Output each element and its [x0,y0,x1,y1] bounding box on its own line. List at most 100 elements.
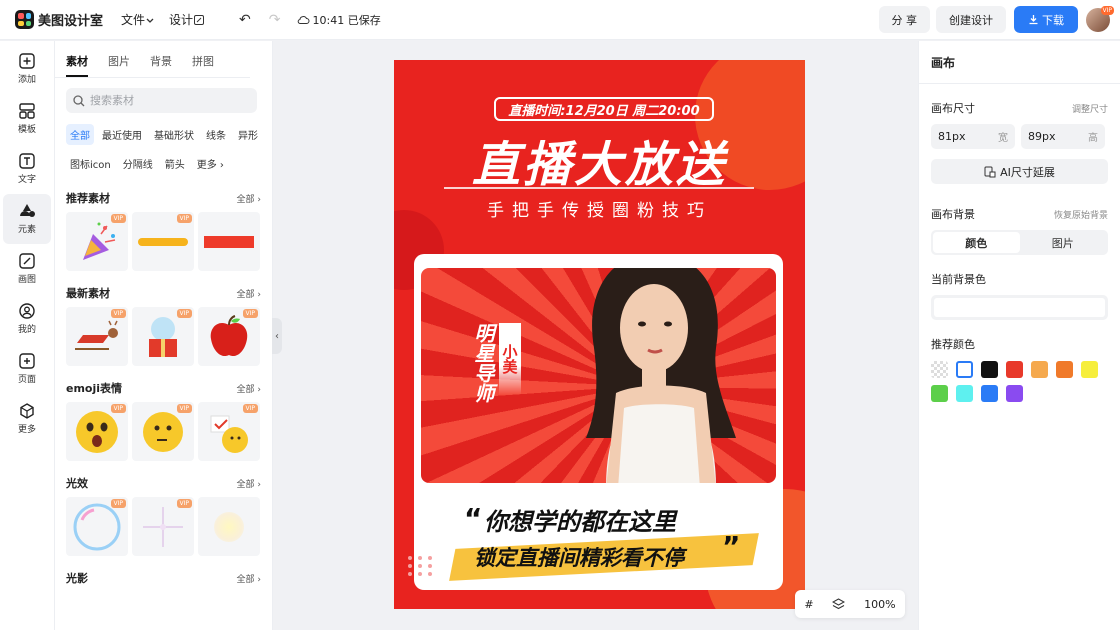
vip-badge: VIP [176,499,192,508]
tag-host-name[interactable]: 小美 [499,323,521,395]
rail-draw[interactable]: 画图 [0,244,54,294]
host-photo[interactable]: 明星导师 小美 [421,268,776,483]
rail-more[interactable]: 更多 [0,394,54,444]
thinking-emoji[interactable]: VIP [132,402,194,461]
see-all-link[interactable]: 全部 › [237,192,261,205]
section-title: emoji表情 [66,382,123,395]
see-all-link[interactable]: 全部 › [237,382,261,395]
glow-effect[interactable] [198,497,260,556]
adjust-size-link[interactable]: 调整尺寸 [1072,102,1108,115]
download-icon [1029,15,1038,25]
layers-icon[interactable] [832,597,846,611]
color-swatch[interactable] [1081,361,1098,378]
tab-images[interactable]: 图片 [108,53,130,77]
apple-sticker[interactable]: VIP [198,307,260,366]
grid-icon[interactable]: # [804,598,813,611]
chip-recent[interactable]: 最近使用 [98,124,146,145]
color-swatch[interactable] [1006,361,1023,378]
chip-dividers[interactable]: 分隔线 [119,153,157,174]
color-swatch[interactable] [931,361,948,378]
chip-lines[interactable]: 线条 [202,124,230,145]
chip-arrows[interactable]: 箭头 [161,153,189,174]
color-swatch[interactable] [1006,385,1023,402]
panel-title: 画布 [931,56,956,70]
snow-globe-gift-sticker[interactable]: VIP [132,307,194,366]
yellow-brush-stroke[interactable]: VIP [132,212,194,271]
see-all-link[interactable]: 全部 › [237,287,261,300]
current-bg-color[interactable] [931,295,1108,320]
bg-color-option[interactable]: 颜色 [933,232,1020,253]
rail-mine[interactable]: 我的 [0,294,54,344]
width-field[interactable]: 81px 宽 [931,124,1015,149]
chip-basic-shapes[interactable]: 基础形状 [150,124,198,145]
rail-text[interactable]: 文字 [0,144,54,194]
color-swatch[interactable] [956,361,973,378]
color-swatch[interactable] [981,361,998,378]
content-card[interactable]: 明星导师 小美 “ 你想学的都在这里 锁定直播间精彩看不停 ” [414,254,783,590]
color-swatch[interactable] [981,385,998,402]
chick-emoji[interactable]: VIP [198,402,260,461]
search-input[interactable] [90,94,250,107]
cloud-icon [297,16,309,24]
rail-page[interactable]: 页面 [0,344,54,394]
tab-collage[interactable]: 拼图 [192,53,214,77]
section-title: 最新素材 [66,287,110,300]
poster-title[interactable]: 直播大放送 [394,125,805,195]
rail-template[interactable]: 模板 [0,94,54,144]
rail-elements[interactable]: 元素 [3,194,51,244]
rail-add-label: 添加 [17,75,36,85]
chip-icons[interactable]: 图标icon [66,153,115,174]
create-design-button[interactable]: 创建设计 [936,6,1006,33]
zoom-level[interactable]: 100% [864,598,895,611]
see-all-link[interactable]: 全部 › [237,572,261,585]
page-icon [19,353,35,369]
color-swatch[interactable] [931,385,948,402]
file-menu[interactable]: 文件 [121,11,155,28]
height-field[interactable]: 89px 高 [1021,124,1105,149]
color-swatches [919,361,1120,402]
quote-close-mark: ” [722,530,741,563]
tab-material[interactable]: 素材 [66,53,88,77]
quote-line-1[interactable]: 你想学的都在这里 [484,502,676,537]
download-label: 下载 [1042,13,1064,27]
rail-add[interactable]: 添加 [0,44,54,94]
see-all-label: 全部 [236,384,255,395]
canvas-poster[interactable]: 直播时间:12月20日 周二20:00 直播大放送 手把手传授圈粉技巧 明星导师… [394,60,805,609]
party-popper-sticker[interactable]: VIP [66,212,128,271]
redo-icon[interactable]: ↷ [269,12,281,28]
search-box[interactable] [66,88,257,113]
design-menu[interactable]: 设计 [169,11,205,28]
vip-badge: VIP [242,309,258,318]
see-all-link[interactable]: 全部 › [237,477,261,490]
chip-all[interactable]: 全部 [66,124,94,145]
bg-type-switch: 颜色 图片 [931,230,1108,255]
color-swatch[interactable] [956,385,973,402]
tab-background[interactable]: 背景 [150,53,172,77]
ai-resize-button[interactable]: AI尺寸延展 [931,159,1108,184]
bg-image-option[interactable]: 图片 [1020,232,1107,253]
download-button[interactable]: 下载 [1014,6,1078,33]
red-bar-shape[interactable] [198,212,260,271]
quote-line-2[interactable]: 锁定直播间精彩看不停 [474,542,684,572]
sleigh-sticker[interactable]: VIP [66,307,128,366]
vip-badge: VIP [110,404,126,413]
chip-more[interactable]: 更多 › [193,153,228,174]
reset-bg-link[interactable]: 恢复原始背景 [1054,208,1108,221]
sparkle-icon [143,506,183,547]
app-logo[interactable]: 美图设计室 [15,10,103,29]
undo-icon[interactable]: ↶ [239,12,251,28]
chip-irregular[interactable]: 异形 [234,124,262,145]
avatar[interactable]: VIP [1086,5,1114,32]
color-swatch[interactable] [1031,361,1048,378]
collapse-panel-handle[interactable]: ‹ [272,318,282,354]
tag-star-mentor[interactable]: 明星导师 [471,323,495,403]
share-button[interactable]: 分 享 [878,6,930,33]
sparkle-effect[interactable]: VIP [132,497,194,556]
scared-emoji[interactable]: VIP [66,402,128,461]
color-swatch[interactable] [1056,361,1073,378]
poster-subtitle[interactable]: 手把手传授圈粉技巧 [394,196,805,221]
bubble-effect[interactable]: VIP [66,497,128,556]
plus-square-icon [19,53,35,69]
text-icon [19,153,35,169]
live-time-badge[interactable]: 直播时间:12月20日 周二20:00 [494,97,714,121]
